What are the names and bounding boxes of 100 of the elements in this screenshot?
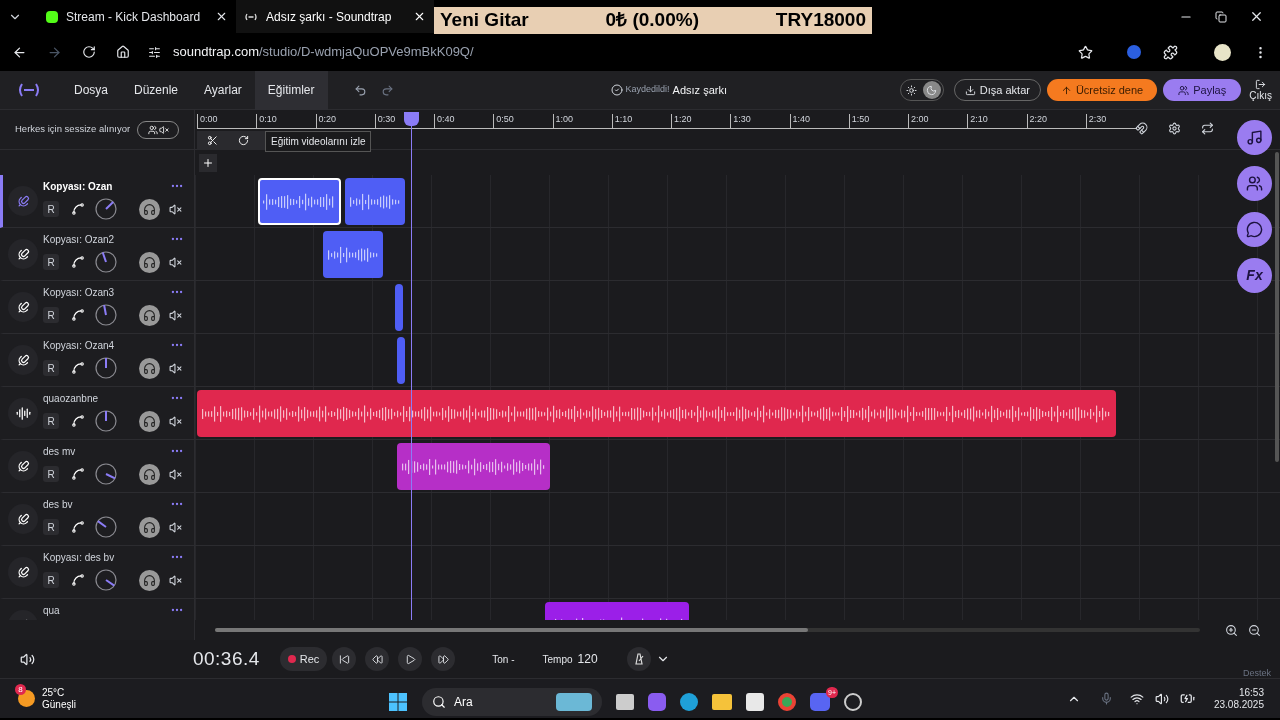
battery-icon[interactable] [1179, 691, 1195, 706]
record-arm-button[interactable]: R [43, 360, 59, 376]
volume-knob[interactable] [95, 516, 117, 538]
add-track-button[interactable] [199, 153, 217, 172]
track-name[interactable]: Kopyası: Ozan3 [43, 284, 115, 300]
scrollbar-thumb[interactable] [215, 628, 808, 632]
menu-item[interactable]: Eğitimler [254, 70, 328, 110]
track-lane[interactable] [195, 440, 1280, 493]
volume-icon[interactable] [20, 651, 35, 667]
audio-clip[interactable] [258, 178, 341, 225]
track-lane[interactable] [195, 281, 1280, 334]
app-icon[interactable] [844, 693, 862, 711]
reload-icon[interactable] [82, 45, 96, 59]
key-selector[interactable]: Ton - [492, 651, 515, 667]
volume-knob[interactable] [95, 569, 117, 591]
record-arm-button[interactable]: R [43, 201, 59, 217]
close-tab-icon[interactable] [215, 10, 228, 23]
site-info-icon[interactable] [148, 45, 161, 59]
volume-knob[interactable] [95, 251, 117, 273]
cycle-icon[interactable] [1201, 122, 1214, 135]
volume-knob[interactable] [95, 198, 117, 220]
close-tab-icon[interactable] [413, 10, 426, 23]
track-lane[interactable] [195, 228, 1280, 281]
mute-icon[interactable] [169, 414, 182, 428]
bookmark-icon[interactable] [1078, 44, 1093, 60]
wifi-icon[interactable] [1129, 691, 1144, 706]
record-arm-button[interactable]: R [43, 413, 59, 429]
headphones-icon[interactable] [139, 304, 160, 326]
rewind-icon[interactable] [365, 647, 390, 671]
automation-icon[interactable] [71, 361, 85, 375]
microphone-icon[interactable] [1099, 692, 1113, 705]
volume-knob[interactable] [95, 357, 117, 379]
track-lane[interactable] [195, 334, 1280, 387]
headphones-icon[interactable] [139, 357, 160, 379]
record-button[interactable]: Rec [279, 647, 328, 671]
chat-app-icon[interactable] [810, 693, 830, 711]
track-lane[interactable] [195, 387, 1280, 440]
skip-back-icon[interactable] [332, 647, 357, 671]
clock-date[interactable]: 23.08.2025 [1213, 698, 1264, 711]
record-arm-button[interactable]: R [43, 519, 59, 535]
tempo-value[interactable]: 120 [577, 650, 598, 668]
mute-icon[interactable] [169, 308, 182, 322]
song-title[interactable]: Adsız şarkı [672, 81, 727, 99]
automation-icon[interactable] [71, 202, 85, 216]
trial-button[interactable]: Ücretsiz dene [1046, 79, 1158, 101]
mute-icon[interactable] [169, 202, 182, 216]
audio-clip[interactable] [397, 443, 551, 490]
address-field[interactable]: soundtrap.com/studio/D-wdmjaQuOPVe9mBkK09Q/ [148, 42, 474, 62]
settings-icon[interactable] [1168, 122, 1181, 135]
automation-icon[interactable] [71, 520, 85, 534]
track-name[interactable]: Kopyası: Ozan4 [43, 337, 115, 353]
metronome-icon[interactable] [626, 647, 651, 671]
mute-icon[interactable] [169, 361, 182, 375]
headphones-icon[interactable] [139, 463, 160, 485]
speaker-icon[interactable] [1154, 691, 1169, 706]
track-header[interactable]: quaozanbne R [0, 387, 194, 440]
search-field[interactable]: Ara [422, 688, 602, 716]
vertical-scrollbar[interactable] [1275, 152, 1279, 462]
windows-start-icon[interactable] [388, 692, 408, 712]
automation-icon[interactable] [71, 467, 85, 481]
weather-icon[interactable] [18, 690, 35, 707]
mute-icon[interactable] [169, 573, 182, 587]
track-name[interactable]: des bv [43, 496, 73, 512]
track-header[interactable]: Kopyası: Ozan2 R [0, 228, 194, 281]
automation-icon[interactable] [71, 308, 85, 322]
close-window-icon[interactable] [1249, 9, 1264, 24]
track-lane[interactable] [195, 546, 1280, 599]
automation-icon[interactable] [71, 255, 85, 269]
volume-knob[interactable] [95, 410, 117, 432]
audio-clip[interactable] [197, 390, 1116, 437]
extension-icon[interactable] [1127, 45, 1141, 59]
track-name[interactable]: qua [43, 602, 60, 618]
record-arm-button[interactable]: R [43, 254, 59, 270]
track-header[interactable]: des mv R [0, 440, 194, 493]
track-header[interactable]: Kopyası: Ozan4 R [0, 334, 194, 387]
volume-knob[interactable] [95, 463, 117, 485]
headphones-icon[interactable] [139, 251, 160, 273]
track-name[interactable]: des mv [43, 443, 76, 459]
menu-item[interactable]: Dosya [61, 70, 121, 110]
mute-icon[interactable] [169, 467, 182, 481]
audio-clip[interactable] [397, 337, 405, 384]
loop-icon[interactable] [238, 135, 249, 146]
record-arm-button[interactable]: R [43, 307, 59, 323]
headphones-icon[interactable] [139, 198, 160, 220]
effects-icon[interactable]: Fx [1237, 258, 1272, 293]
profile-avatar[interactable] [1214, 43, 1231, 61]
track-lane[interactable] [195, 493, 1280, 546]
horizontal-scrollbar[interactable] [215, 628, 1200, 632]
music-icon[interactable] [1237, 120, 1272, 155]
headphones-icon[interactable] [139, 569, 160, 591]
playhead[interactable] [403, 112, 419, 620]
headphones-icon[interactable] [139, 516, 160, 538]
clock-time[interactable]: 16:53 [1238, 686, 1264, 699]
play-icon[interactable] [398, 647, 423, 671]
menu-item[interactable]: Ayarlar [191, 70, 255, 110]
record-arm-button[interactable]: R [43, 572, 59, 588]
forward-icon[interactable] [47, 44, 62, 60]
volume-knob[interactable] [95, 304, 117, 326]
collaborators-icon[interactable] [1237, 166, 1272, 201]
track-header[interactable]: Kopyası: Ozan R [0, 175, 194, 228]
